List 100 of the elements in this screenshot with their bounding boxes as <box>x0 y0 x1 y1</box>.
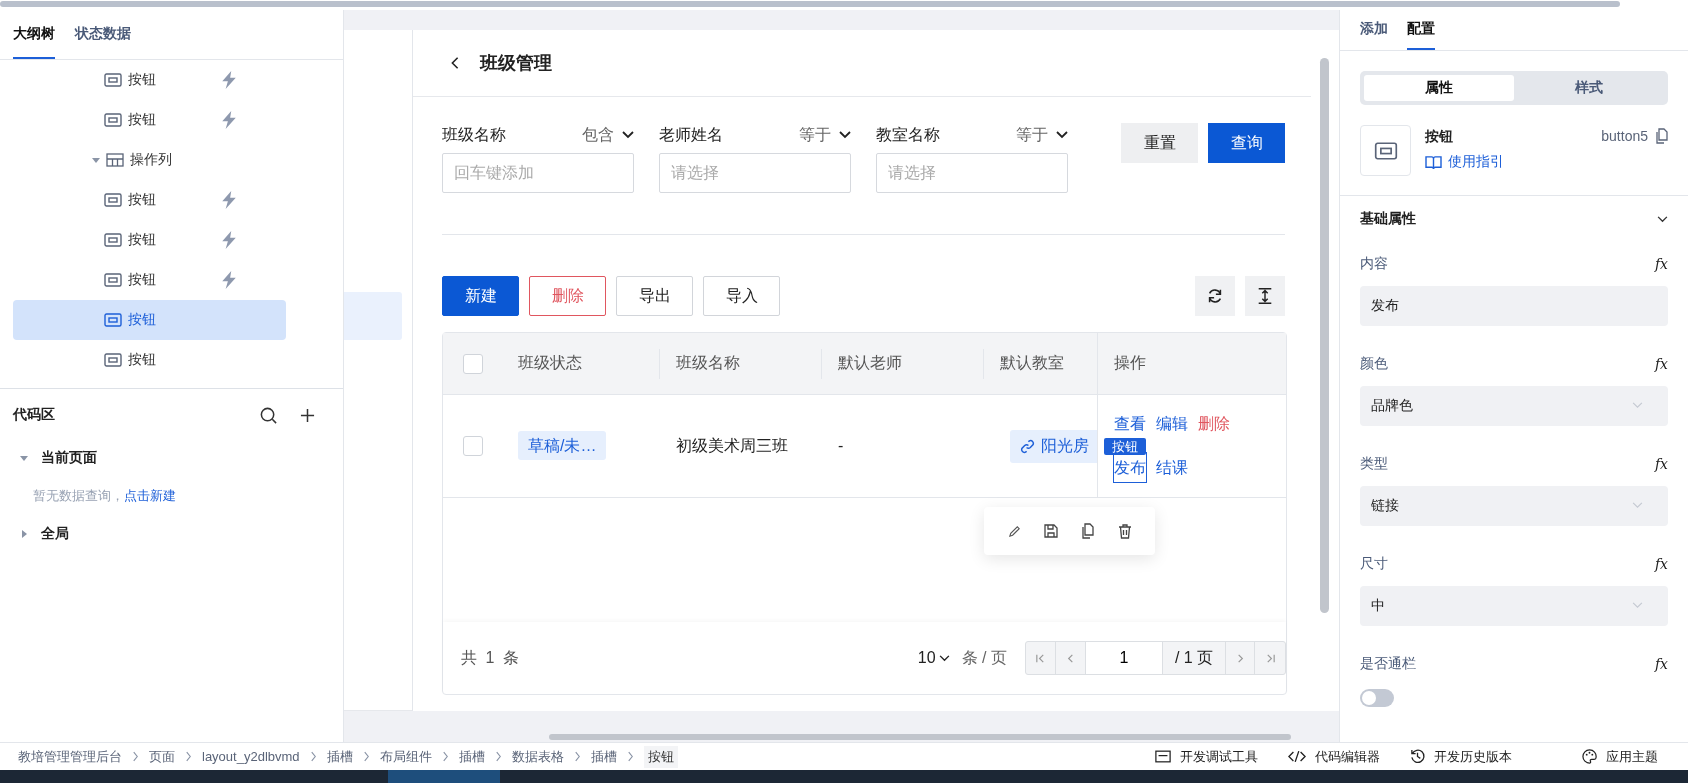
tree-item[interactable]: 按钮 <box>13 100 286 140</box>
toolbar-button[interactable]: 新建 <box>442 276 519 316</box>
content-field[interactable]: 发布 <box>1360 286 1668 326</box>
filter-button[interactable]: 重置 <box>1121 123 1198 163</box>
toggle-switch[interactable] <box>1360 689 1394 707</box>
tree-item[interactable]: 按钮 <box>13 340 286 380</box>
breadcrumb-item[interactable]: 教培管理管理后台 <box>18 747 122 766</box>
formula-button[interactable]: fx <box>1654 456 1668 472</box>
caret-icon[interactable] <box>19 453 29 463</box>
lightning-icon[interactable] <box>221 111 237 129</box>
lightning-icon[interactable] <box>221 231 237 249</box>
chevron-icon[interactable] <box>938 654 950 662</box>
operator-select[interactable]: 包含 <box>582 124 634 146</box>
status-tool[interactable]: 开发调试工具 <box>1155 747 1258 766</box>
lightning-icon[interactable] <box>221 71 237 89</box>
classroom-link[interactable]: 阳光房 <box>1010 429 1097 463</box>
status-tool[interactable]: 开发历史版本 <box>1410 747 1512 766</box>
last-page-icon[interactable] <box>1264 652 1276 664</box>
panel-tab[interactable]: 添加 <box>1360 10 1388 50</box>
section-toggle[interactable]: 当前页面 <box>13 441 330 475</box>
page-input[interactable]: 1 <box>1086 642 1163 674</box>
breadcrumb-item[interactable]: 数据表格 <box>511 747 564 766</box>
vertical-expand-icon[interactable] <box>1256 287 1274 305</box>
breadcrumb-item[interactable]: 插槽 <box>458 747 485 766</box>
back-icon[interactable] <box>450 56 460 70</box>
panel-tab[interactable]: 状态数据 <box>75 10 131 59</box>
chevron-icon[interactable] <box>839 131 851 139</box>
breadcrumb-item[interactable]: 插槽 <box>590 747 617 766</box>
tool-label: 开发调试工具 <box>1180 747 1258 766</box>
component-name: 按钮 <box>1425 128 1454 147</box>
tree-item[interactable]: 按钮 <box>13 60 286 100</box>
create-link[interactable]: 点击新建 <box>124 487 176 505</box>
lightning-icon[interactable] <box>221 271 237 289</box>
segment-tab[interactable]: 样式 <box>1514 75 1664 102</box>
guide-link[interactable]: 使用指引 <box>1425 153 1504 172</box>
caret-icon[interactable] <box>19 529 29 539</box>
save-icon[interactable] <box>1042 523 1059 539</box>
select-field[interactable]: 中 <box>1360 586 1668 626</box>
toolbar-button[interactable]: 导出 <box>616 276 693 316</box>
action-link[interactable]: 发布 <box>1114 453 1146 482</box>
action-link[interactable]: 删除 <box>1198 415 1230 432</box>
filter-field[interactable]: 回车键添加 <box>442 153 634 193</box>
operator-select[interactable]: 等于 <box>799 124 851 146</box>
breadcrumb-item[interactable]: 页面 <box>149 747 175 766</box>
breadcrumb-item[interactable]: layout_y2dlbvmd <box>202 749 300 764</box>
chevron-icon[interactable] <box>622 131 634 139</box>
window-icon[interactable] <box>1155 750 1171 763</box>
add-icon[interactable] <box>300 407 315 423</box>
edit-icon[interactable] <box>1006 523 1022 539</box>
scrollbar[interactable] <box>549 734 1291 740</box>
row-height-button[interactable] <box>1245 276 1285 316</box>
action-link[interactable]: 查看 <box>1114 415 1146 432</box>
formula-button[interactable]: fx <box>1654 356 1668 372</box>
segment-tab[interactable]: 属性 <box>1364 75 1514 102</box>
filter-button[interactable]: 查询 <box>1208 123 1285 163</box>
tree-item[interactable]: 按钮 <box>13 180 286 220</box>
refresh-button[interactable] <box>1195 276 1235 316</box>
copy-icon[interactable] <box>1079 523 1096 539</box>
formula-button[interactable]: fx <box>1654 656 1668 672</box>
breadcrumb-item[interactable]: 插槽 <box>326 747 353 766</box>
chevron-left-icon[interactable] <box>1065 652 1076 664</box>
page-size-select[interactable]: 10 <box>917 649 950 667</box>
formula-button[interactable]: fx <box>1654 556 1668 572</box>
copy-icon[interactable] <box>1654 128 1670 145</box>
refresh-icon[interactable] <box>1206 287 1224 305</box>
chevron-icon[interactable] <box>1056 131 1068 139</box>
chevron-icon[interactable] <box>1657 215 1668 223</box>
action-link[interactable]: 编辑 <box>1156 415 1188 432</box>
lightning-icon[interactable] <box>221 191 237 209</box>
filter-field[interactable]: 请选择 <box>659 153 851 193</box>
search-icon[interactable] <box>259 405 278 425</box>
section-toggle[interactable]: 全局 <box>13 517 330 551</box>
caret-icon[interactable] <box>91 155 101 165</box>
checkbox[interactable] <box>462 353 483 374</box>
first-page-icon[interactable] <box>1035 652 1046 664</box>
tree-item[interactable]: 按钮 <box>13 220 286 260</box>
panel-tab[interactable]: 配置 <box>1407 10 1435 50</box>
select-field[interactable]: 品牌色 <box>1360 386 1668 426</box>
delete-icon[interactable] <box>1116 523 1133 539</box>
formula-button[interactable]: fx <box>1654 256 1668 272</box>
checkbox[interactable] <box>462 436 483 456</box>
filter-field[interactable]: 请选择 <box>876 153 1068 193</box>
panel-tab[interactable]: 大纲树 <box>13 10 55 59</box>
tree-item[interactable]: 按钮 <box>13 260 286 300</box>
code-icon[interactable] <box>1288 750 1306 763</box>
breadcrumb-item[interactable]: 按钮 <box>643 745 678 768</box>
operator-select[interactable]: 等于 <box>1016 124 1068 146</box>
select-field[interactable]: 链接 <box>1360 486 1668 526</box>
breadcrumb-item[interactable]: 布局组件 <box>379 747 432 766</box>
status-tool[interactable]: 代码编辑器 <box>1288 747 1380 766</box>
toolbar-button[interactable]: 删除 <box>529 276 606 316</box>
scrollbar[interactable] <box>0 1 1620 7</box>
toolbar-button[interactable]: 导入 <box>703 276 780 316</box>
tree-item[interactable]: 操作列 <box>13 140 286 180</box>
action-link[interactable]: 结课 <box>1156 459 1188 476</box>
tree-item[interactable]: 按钮 <box>13 300 286 340</box>
history-icon[interactable] <box>1410 749 1425 764</box>
palette-icon[interactable] <box>1582 749 1597 764</box>
status-tool[interactable]: 应用主题 <box>1582 747 1658 766</box>
scrollbar[interactable] <box>1320 58 1329 613</box>
